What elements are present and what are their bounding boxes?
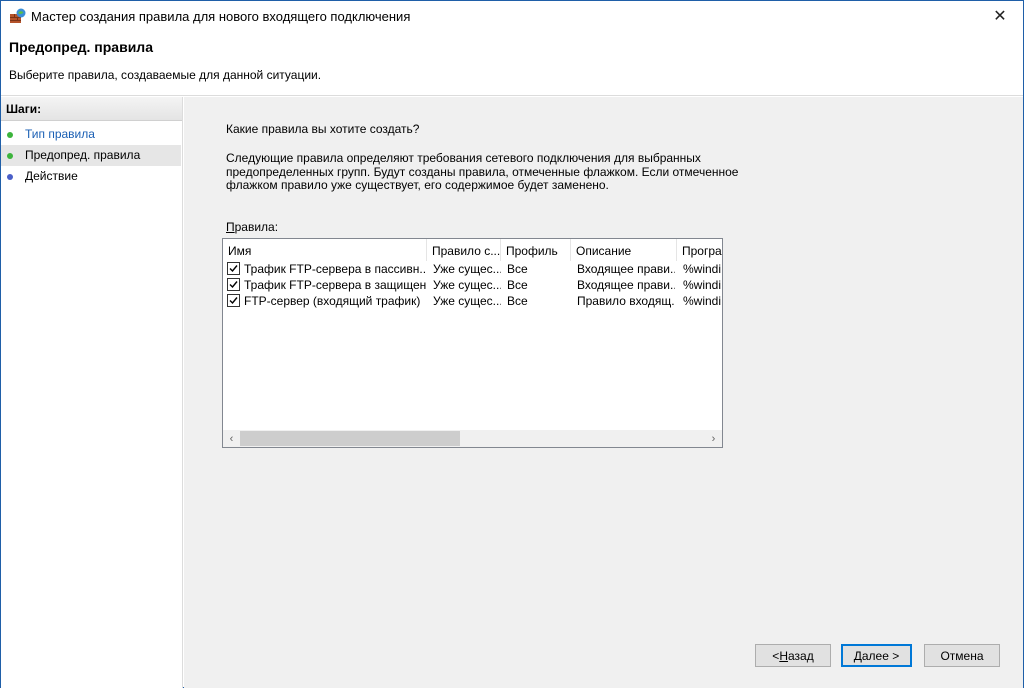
step-action[interactable]: Действие — [1, 166, 181, 187]
description-text: Следующие правила определяют требования … — [226, 151, 739, 192]
column-header-description[interactable]: Описание — [571, 239, 677, 261]
rule-name: Трафик FTP-сервера в защищен... — [244, 278, 426, 292]
rules-list[interactable]: Имя Правило с... Профиль Описание Програ… — [222, 238, 723, 448]
rule-program: %windir — [683, 262, 721, 276]
step-predefined-rules[interactable]: Предопред. правила — [1, 145, 181, 166]
steps-panel: Шаги: Тип правила Предопред. правила Дей… — [1, 97, 183, 688]
step-pending-icon — [7, 174, 13, 180]
row-checkbox[interactable] — [227, 294, 240, 307]
question-text: Какие правила вы хотите создать? — [226, 122, 420, 136]
rule-description: Входящее прави... — [577, 262, 675, 276]
rule-description: Входящее прави... — [577, 278, 675, 292]
page-title: Предопред. правила — [9, 39, 153, 55]
rule-exists: Уже сущес... — [433, 262, 501, 276]
rule-profile: Все — [507, 262, 528, 276]
table-row[interactable]: Трафик FTP-сервера в пассивн... Уже суще… — [223, 261, 722, 277]
steps-title: Шаги: — [1, 97, 182, 121]
scrollbar-thumb[interactable] — [240, 431, 460, 446]
table-row[interactable]: FTP-сервер (входящий трафик) Уже сущес..… — [223, 293, 722, 309]
step-label: Предопред. правила — [25, 148, 141, 162]
close-icon[interactable]: ✕ — [977, 1, 1023, 31]
column-header-profile[interactable]: Профиль — [501, 239, 571, 261]
column-header-rule-exists[interactable]: Правило с... — [427, 239, 501, 261]
rule-name: FTP-сервер (входящий трафик) — [244, 294, 421, 308]
firewall-wizard-icon — [9, 8, 27, 24]
wizard-header: Предопред. правила Выберите правила, соз… — [1, 31, 1023, 96]
rule-exists: Уже сущес... — [433, 278, 501, 292]
row-checkbox[interactable] — [227, 278, 240, 291]
rule-name: Трафик FTP-сервера в пассивн... — [244, 262, 426, 276]
horizontal-scrollbar[interactable]: ‹ › — [223, 430, 722, 447]
column-header-name[interactable]: Имя — [223, 239, 427, 261]
rule-description: Правило входящ... — [577, 294, 675, 308]
rule-profile: Все — [507, 278, 528, 292]
column-header-program[interactable]: Програ — [677, 239, 722, 261]
window-title: Мастер создания правила для нового входя… — [31, 9, 411, 24]
cancel-button[interactable]: Отмена — [924, 644, 1000, 667]
scroll-left-icon[interactable]: ‹ — [223, 430, 240, 447]
wizard-window: Мастер создания правила для нового входя… — [0, 0, 1024, 688]
rule-profile: Все — [507, 294, 528, 308]
page-subtitle: Выберите правила, создаваемые для данной… — [9, 68, 322, 82]
step-label: Тип правила — [25, 127, 95, 141]
next-button[interactable]: Далее > — [841, 644, 912, 667]
step-done-icon — [7, 153, 13, 159]
step-rule-type[interactable]: Тип правила — [1, 124, 181, 145]
back-button[interactable]: < Назад — [755, 644, 831, 667]
list-header: Имя Правило с... Профиль Описание Програ — [223, 239, 722, 261]
content-area: Какие правила вы хотите создать? Следующ… — [184, 97, 1023, 688]
scroll-right-icon[interactable]: › — [705, 430, 722, 447]
table-row[interactable]: Трафик FTP-сервера в защищен... Уже суще… — [223, 277, 722, 293]
rules-label: Правила: — [226, 220, 279, 234]
rule-program: %windir — [683, 278, 721, 292]
row-checkbox[interactable] — [227, 262, 240, 275]
rule-program: %windir — [683, 294, 721, 308]
step-label: Действие — [25, 169, 78, 183]
rule-exists: Уже сущес... — [433, 294, 501, 308]
title-bar: Мастер создания правила для нового входя… — [1, 1, 1023, 31]
step-done-icon — [7, 132, 13, 138]
